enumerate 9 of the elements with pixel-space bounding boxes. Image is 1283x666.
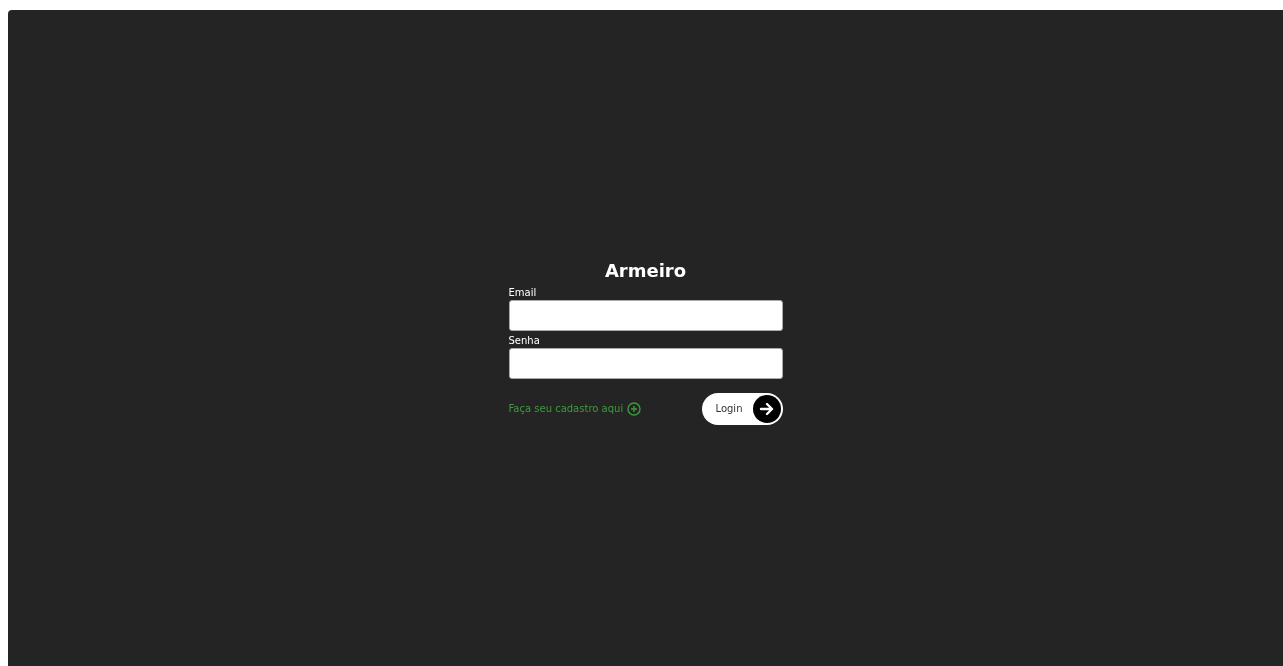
input-field[interactable] (508, 347, 783, 379)
signup-link[interactable]: Faça seu cadastro aqui (508, 401, 642, 416)
login-button[interactable]: Login (701, 392, 783, 425)
field-label: Email (508, 286, 538, 298)
app-title: Armeiro (603, 259, 688, 281)
input-field[interactable] (508, 299, 783, 331)
field-label: Senha (508, 334, 541, 346)
plus-circle-icon (627, 401, 642, 416)
arrow-right-icon (752, 394, 781, 423)
